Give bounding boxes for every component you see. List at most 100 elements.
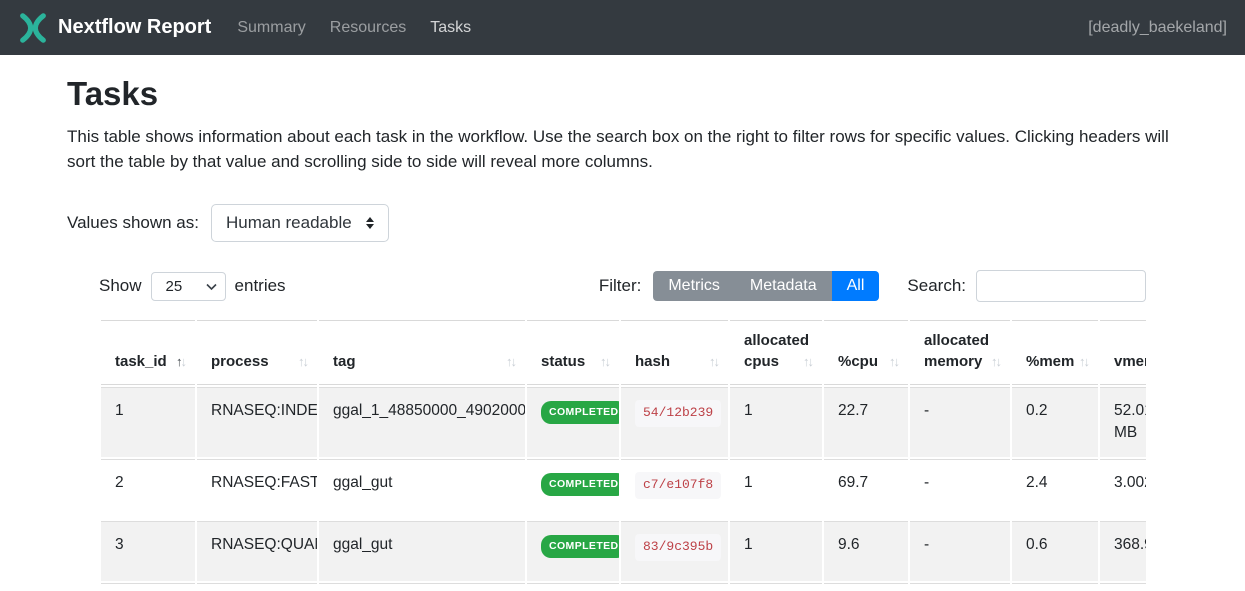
column-header-vmem[interactable]: vmem↑↓ [1100,320,1146,385]
cell-status: COMPLETED [527,387,619,457]
table-scroll-body[interactable]: task_id↑↓process↑↓tag↑↓status↑↓hash↑↓all… [99,318,1146,591]
page-description: This table shows information about each … [67,125,1172,174]
cell-task_id: 2 [101,459,195,519]
datatable-wrapper: Show 25 entries Filter: Metrics Metadata… [99,270,1146,591]
cell-hash: 94/c235e1 [621,583,728,591]
header-row: task_id↑↓process↑↓tag↑↓status↑↓hash↑↓all… [101,320,1146,385]
column-header-pcpu[interactable]: %cpu ↑↓ [824,320,908,385]
sort-icon: ↑↓ [709,353,718,371]
table-row: 4MULTIQC-COMPLETED94/c235e1142.8-1.4571.… [101,583,1146,591]
table-row: 3RNASEQ:QUANTggal_gutCOMPLETED83/9c395b1… [101,521,1146,581]
nav-link-summary[interactable]: Summary [225,11,317,45]
sort-icon: ↑↓ [803,353,812,371]
cell-allocated_cpus: 1 [730,521,822,581]
cell-status: COMPLETED [527,583,619,591]
column-label: task_id [115,353,167,370]
task-hash[interactable]: 54/12b239 [635,400,721,427]
cell-allocated_memory: - [910,387,1010,457]
column-header-status[interactable]: status ↑↓ [527,320,619,385]
cell-allocated_cpus: 1 [730,387,822,457]
status-badge: COMPLETED [541,473,619,496]
page-title: Tasks [67,75,1178,113]
sort-icon: ↑↓ [600,353,609,371]
column-label: tag [333,353,356,370]
column-header-process[interactable]: process ↑↓ [197,320,317,385]
filter-button-metrics[interactable]: Metrics [653,271,735,301]
sort-icon: ↑↓ [298,353,307,371]
datatable-controls: Show 25 entries Filter: Metrics Metadata… [99,270,1146,302]
table-body: 1RNASEQ:INDEXggal_1_48850000_49020000COM… [101,387,1146,591]
cell-pcpu: 42.8 [824,583,908,591]
status-badge: COMPLETED [541,401,619,424]
column-label: allocated memory [924,332,989,369]
cell-tag: - [319,583,525,591]
task-hash[interactable]: c7/e107f8 [635,472,721,499]
cell-pmem: 0.6 [1012,521,1098,581]
column-header-pmem[interactable]: %mem ↑↓ [1012,320,1098,385]
show-label: Show [99,276,142,296]
cell-pcpu: 22.7 [824,387,908,457]
column-label: process [211,353,269,370]
search-input[interactable] [976,270,1146,302]
cell-process: RNASEQ:INDEX [197,387,317,457]
cell-tag: ggal_gut [319,459,525,519]
cell-process: RNASEQ:FASTQC [197,459,317,519]
filter-button-metadata[interactable]: Metadata [735,271,832,301]
entries-label: entries [235,276,286,296]
table-row: 2RNASEQ:FASTQCggal_gut COMPLETED c7/e107f8… [101,459,1146,519]
select-updown-icon [366,217,374,229]
session-name: [deadly_baekeland] [1088,19,1227,37]
column-label: hash [635,353,670,370]
column-label: status [541,353,585,370]
column-header-task_id[interactable]: task_id ↑↓ [101,320,195,385]
cell-task_id: 4 [101,583,195,591]
cell-allocated_cpus: 1 [730,583,822,591]
column-label: vmem [1114,353,1146,370]
cell-pcpu: 9.6 [824,521,908,581]
cell-status: COMPLETED [527,459,619,519]
values-shown-row: Values shown as: Human readable [67,204,1178,242]
main-content: Tasks This table shows information about… [0,55,1245,591]
tasks-table: task_id↑↓process↑↓tag↑↓status↑↓hash↑↓all… [99,318,1146,591]
filter-button-all[interactable]: All [832,271,880,301]
cell-pmem: 1.4 [1012,583,1098,591]
status-badge: COMPLETED [541,535,619,558]
sort-icon: ↑↓ [889,353,898,371]
cell-hash: 83/9c395b [621,521,728,581]
cell-vmem: 52.016 MB [1100,387,1146,457]
brand-title: Nextflow Report [58,16,211,39]
table-head: task_id↑↓process↑↓tag↑↓status↑↓hash↑↓all… [101,320,1146,385]
navbar-links: Summary Resources Tasks [225,11,483,45]
entries-value: 25 [166,278,183,295]
cell-allocated_cpus: 1 [730,459,822,519]
nav-link-resources[interactable]: Resources [318,11,418,45]
column-label: %cpu [838,353,878,370]
column-header-allocated_cpus[interactable]: allocated cpus↑↓ [730,320,822,385]
cell-task_id: 1 [101,387,195,457]
navbar-brand[interactable]: Nextflow Report [18,13,211,43]
column-header-tag[interactable]: tag↑↓ [319,320,525,385]
filter-search-cluster: Filter: Metrics Metadata All Search: [599,270,1146,302]
sort-icon: ↑↓ [1079,353,1088,371]
column-label: %mem [1026,353,1074,370]
filter-button-group: Metrics Metadata All [653,271,879,301]
sort-icon: ↑↓ [176,353,185,371]
values-shown-value: Human readable [226,213,352,233]
column-label: allocated cpus [744,332,809,369]
filter-label: Filter: [599,276,642,296]
cell-pmem: 2.4 [1012,459,1098,519]
column-header-allocated_memory[interactable]: allocated memory↑↓ [910,320,1010,385]
column-header-hash[interactable]: hash ↑↓ [621,320,728,385]
entries-select[interactable]: 25 [151,272,226,301]
values-shown-select[interactable]: Human readable [211,204,389,242]
cell-process: MULTIQC [197,583,317,591]
cell-allocated_memory: - [910,583,1010,591]
cell-hash: 54/12b239 [621,387,728,457]
cell-status: COMPLETED [527,521,619,581]
task-hash[interactable]: 83/9c395b [635,534,721,561]
nextflow-logo-icon [18,13,48,43]
chevron-down-icon [206,278,217,295]
nav-link-tasks[interactable]: Tasks [418,11,483,45]
cell-pcpu: 69.7 [824,459,908,519]
sort-icon: ↑↓ [991,353,1000,371]
